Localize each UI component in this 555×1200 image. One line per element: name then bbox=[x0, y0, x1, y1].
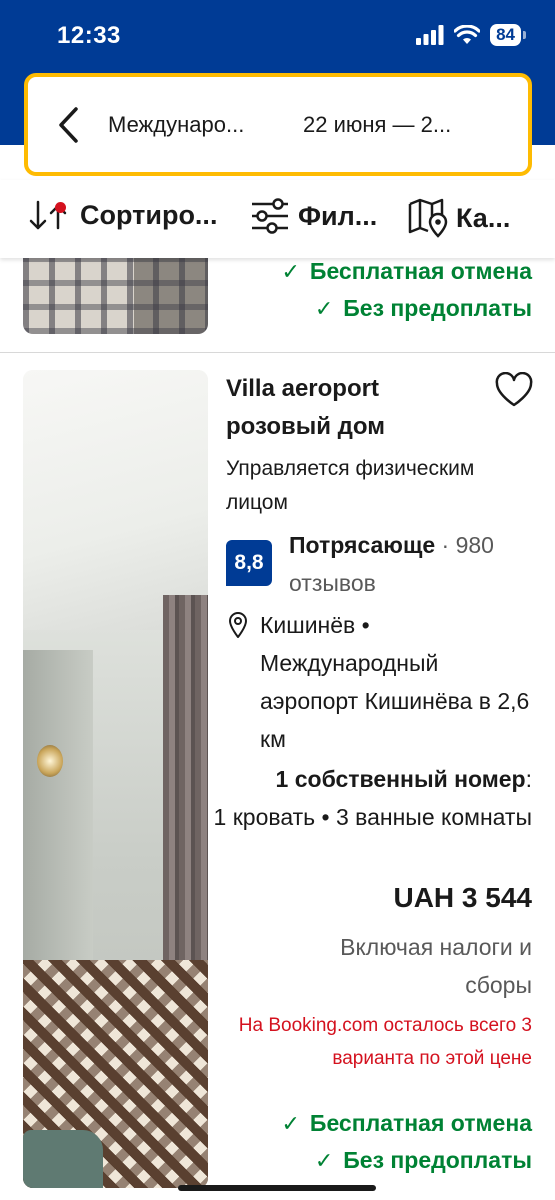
taxes-note: Включая налоги и сборы bbox=[340, 934, 532, 998]
back-button[interactable] bbox=[28, 77, 108, 172]
room-details: 1 кровать • 3 ванные комнаты bbox=[213, 804, 532, 830]
status-icons: 84 bbox=[416, 24, 526, 46]
no-prepayment: ✓ Без предоплаты bbox=[315, 1147, 532, 1174]
search-dates[interactable]: 22 июня — 2... bbox=[303, 112, 451, 138]
managed-by: Управляется физическим лицом bbox=[226, 457, 475, 514]
filter-button[interactable]: Фил... bbox=[250, 198, 377, 234]
map-icon bbox=[408, 198, 448, 238]
back-arrow-icon bbox=[59, 106, 78, 143]
filter-label: Фил... bbox=[298, 200, 378, 231]
map-label: Ка... bbox=[456, 202, 511, 233]
review-score-badge: 8,8 bbox=[226, 540, 272, 586]
previous-property-photo[interactable] bbox=[23, 250, 208, 334]
free-cancellation-label: Бесплатная отмена bbox=[309, 1110, 532, 1136]
sort-icon bbox=[28, 198, 68, 232]
heart-icon bbox=[495, 371, 533, 407]
room-colon: : bbox=[525, 766, 532, 792]
free-cancellation: ✓ Бесплатная отмена bbox=[281, 1110, 532, 1137]
results-toolbar: Сортиро... Фил... Ка... bbox=[0, 180, 555, 258]
prev-free-cancellation: ✓ Бесплатная отмена bbox=[281, 258, 532, 285]
check-icon: ✓ bbox=[314, 295, 334, 321]
card-divider bbox=[0, 352, 555, 353]
sort-label: Сортиро... bbox=[80, 199, 218, 230]
room-type: 1 собственный номер bbox=[275, 766, 526, 792]
map-button[interactable]: Ка... bbox=[408, 198, 510, 238]
prev-no-prepayment-label: Без предоплаты bbox=[343, 295, 532, 321]
photo-pillow bbox=[23, 1130, 103, 1188]
battery-icon: 84 bbox=[490, 24, 526, 46]
no-prepayment-label: Без предоплаты bbox=[343, 1147, 532, 1173]
favorite-button[interactable] bbox=[494, 371, 534, 413]
wifi-icon bbox=[454, 25, 481, 44]
photo-ceiling bbox=[23, 370, 208, 630]
search-summary-box[interactable]: Междунаро... 22 июня — 2... bbox=[24, 73, 532, 176]
property-location: Кишинёв • Международный аэропорт Кишинёв… bbox=[260, 612, 530, 752]
sort-active-dot bbox=[55, 202, 66, 213]
location-pin-icon bbox=[228, 612, 248, 643]
check-icon: ✓ bbox=[281, 258, 300, 284]
prev-free-cancellation-label: Бесплатная отмена bbox=[309, 258, 532, 284]
price: UAH 3 544 bbox=[393, 882, 532, 913]
prev-no-prepayment: ✓ Без предоплаты bbox=[315, 295, 532, 322]
check-icon: ✓ bbox=[314, 1147, 334, 1173]
review-summary[interactable]: Потрясающе · 980 отзывов bbox=[289, 526, 539, 602]
filter-icon bbox=[252, 198, 288, 234]
sort-button[interactable]: Сортиро... bbox=[28, 198, 217, 232]
status-time: 12:33 bbox=[57, 22, 121, 49]
home-indicator[interactable] bbox=[178, 1185, 376, 1191]
status-bar: 12:33 84 bbox=[0, 0, 555, 70]
photo-lamp bbox=[37, 745, 63, 777]
search-destination[interactable]: Междунаро... bbox=[108, 112, 288, 138]
check-icon: ✓ bbox=[281, 1110, 300, 1136]
review-score-word: Потрясающе bbox=[289, 532, 436, 558]
property-title[interactable]: Villa aeroport розовый дом bbox=[226, 370, 486, 446]
signal-icon bbox=[416, 25, 444, 45]
scarcity-message: На Booking.com осталось всего 3 варианта… bbox=[238, 1015, 532, 1069]
room-info: 1 собственный номер: 1 кровать • 3 ванны… bbox=[212, 760, 532, 836]
property-photo[interactable] bbox=[23, 370, 208, 1188]
